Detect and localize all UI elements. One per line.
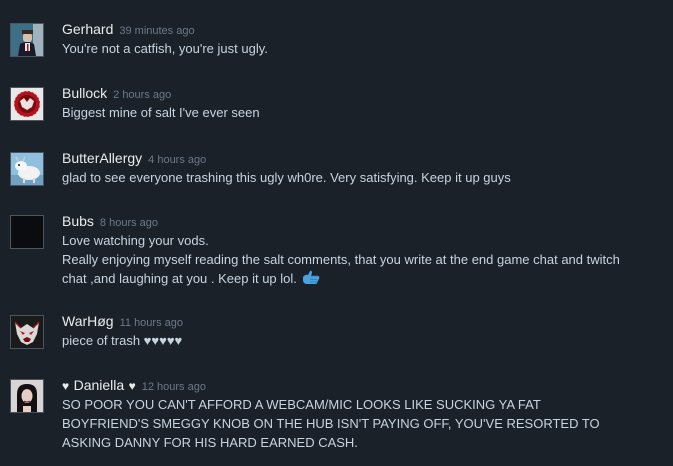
comment-line: Really enjoying myself reading the salt … xyxy=(62,252,620,267)
comment-feed: Gerhard 39 minutes ago You're not a catfi… xyxy=(0,0,673,466)
comment-text: piece of trash ♥♥♥♥♥ xyxy=(62,331,653,350)
blank-avatar[interactable] xyxy=(10,215,44,249)
author-name[interactable]: Gerhard xyxy=(62,21,113,37)
red-emblem-icon[interactable] xyxy=(10,87,44,121)
comment-line: SO POOR YOU CAN'T AFFORD A WEBCAM/MIC LO… xyxy=(62,397,541,412)
timestamp: 4 hours ago xyxy=(148,154,207,166)
comment-body: Bullock 2 hours ago Biggest mine of salt … xyxy=(62,84,653,122)
author-name[interactable]: ButterAllergy xyxy=(62,150,142,166)
comment-line: glad to see everyone trashing this ugly … xyxy=(62,170,511,185)
heart-decoration: ♥ xyxy=(128,379,136,393)
comment-line: BOYFRIEND'S SMEGGY KNOB ON THE HUB ISN'T… xyxy=(62,416,600,431)
comment-line: Love watching your vods. xyxy=(62,233,209,248)
comment-text: Love watching your vods. Really enjoying… xyxy=(62,231,653,291)
author-name[interactable]: Daniella xyxy=(74,377,125,393)
comment-line: piece of trash ♥♥♥♥♥ xyxy=(62,333,183,348)
timestamp: 12 hours ago xyxy=(141,381,206,393)
comment-body: ♥ Daniella ♥ 12 hours ago SO POOR YOU CAN… xyxy=(62,376,653,452)
timestamp: 39 minutes ago xyxy=(119,25,195,37)
woman-portrait-icon[interactable] xyxy=(10,379,44,413)
timestamp: 8 hours ago xyxy=(99,217,159,229)
author-name[interactable]: Bubs xyxy=(62,213,94,229)
man-portrait-icon[interactable] xyxy=(10,23,44,57)
comment-body: WarHøg 11 hours ago piece of trash ♥♥♥♥♥ xyxy=(62,312,653,350)
author-name[interactable]: Bullock xyxy=(62,85,107,101)
comment-line: ASKING DANNY FOR HIS HARD EARNED CASH. xyxy=(62,435,358,450)
comment-text: glad to see everyone trashing this ugly … xyxy=(62,168,653,187)
timestamp: 11 hours ago xyxy=(119,317,183,329)
comment-line-text: chat ,and laughing at you . Keep it up l… xyxy=(62,271,297,286)
author-name[interactable]: WarHøg xyxy=(62,313,114,329)
comment-text: SO POOR YOU CAN'T AFFORD A WEBCAM/MIC LO… xyxy=(62,395,653,452)
heart-decoration: ♥ xyxy=(62,379,70,393)
timestamp: 2 hours ago xyxy=(113,89,172,101)
comment-text: You're not a catfish, you're just ugly. xyxy=(62,39,653,58)
goat-icon[interactable] xyxy=(10,152,44,186)
comment-body: Bubs 8 hours ago Love watching your vods.… xyxy=(62,212,653,291)
comment-body: ButterAllergy 4 hours ago glad to see eve… xyxy=(62,149,653,187)
comment-line: You're not a catfish, you're just ugly. xyxy=(62,41,268,56)
demon-mask-icon[interactable] xyxy=(10,315,44,349)
comment-line: Biggest mine of salt I've ever seen xyxy=(62,105,260,120)
thumbs-up-icon xyxy=(301,270,321,291)
comment-text: Biggest mine of salt I've ever seen xyxy=(62,103,653,122)
comment-line: chat ,and laughing at you . Keep it up l… xyxy=(62,269,653,291)
comment-body: Gerhard 39 minutes ago You're not a catfi… xyxy=(62,20,653,58)
